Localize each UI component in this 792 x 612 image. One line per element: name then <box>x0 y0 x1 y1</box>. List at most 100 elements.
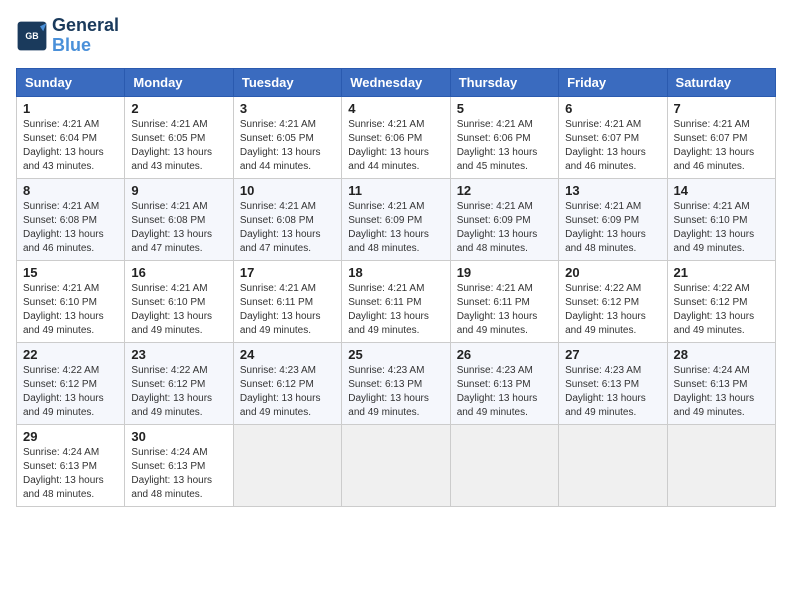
col-header-tuesday: Tuesday <box>233 68 341 96</box>
calendar-cell: 30 Sunrise: 4:24 AMSunset: 6:13 PMDaylig… <box>125 424 233 506</box>
day-number: 3 <box>240 101 335 116</box>
day-number: 1 <box>23 101 118 116</box>
calendar-cell: 14 Sunrise: 4:21 AMSunset: 6:10 PMDaylig… <box>667 178 775 260</box>
day-number: 19 <box>457 265 552 280</box>
calendar-header-row: SundayMondayTuesdayWednesdayThursdayFrid… <box>17 68 776 96</box>
day-number: 9 <box>131 183 226 198</box>
day-number: 20 <box>565 265 660 280</box>
calendar-cell: 24 Sunrise: 4:23 AMSunset: 6:12 PMDaylig… <box>233 342 341 424</box>
day-number: 2 <box>131 101 226 116</box>
calendar-cell: 3 Sunrise: 4:21 AMSunset: 6:05 PMDayligh… <box>233 96 341 178</box>
day-number: 12 <box>457 183 552 198</box>
day-number: 8 <box>23 183 118 198</box>
calendar-cell <box>559 424 667 506</box>
calendar-cell: 15 Sunrise: 4:21 AMSunset: 6:10 PMDaylig… <box>17 260 125 342</box>
calendar-cell <box>667 424 775 506</box>
calendar-cell <box>342 424 450 506</box>
day-number: 25 <box>348 347 443 362</box>
day-info: Sunrise: 4:21 AMSunset: 6:06 PMDaylight:… <box>348 119 429 172</box>
day-number: 23 <box>131 347 226 362</box>
day-number: 5 <box>457 101 552 116</box>
day-info: Sunrise: 4:24 AMSunset: 6:13 PMDaylight:… <box>23 447 104 500</box>
day-number: 13 <box>565 183 660 198</box>
day-info: Sunrise: 4:23 AMSunset: 6:12 PMDaylight:… <box>240 365 321 418</box>
day-number: 22 <box>23 347 118 362</box>
day-info: Sunrise: 4:21 AMSunset: 6:11 PMDaylight:… <box>348 283 429 336</box>
day-number: 16 <box>131 265 226 280</box>
calendar-week-1: 1 Sunrise: 4:21 AMSunset: 6:04 PMDayligh… <box>17 96 776 178</box>
calendar-cell: 28 Sunrise: 4:24 AMSunset: 6:13 PMDaylig… <box>667 342 775 424</box>
calendar-cell: 22 Sunrise: 4:22 AMSunset: 6:12 PMDaylig… <box>17 342 125 424</box>
calendar-week-2: 8 Sunrise: 4:21 AMSunset: 6:08 PMDayligh… <box>17 178 776 260</box>
col-header-saturday: Saturday <box>667 68 775 96</box>
day-number: 6 <box>565 101 660 116</box>
col-header-wednesday: Wednesday <box>342 68 450 96</box>
logo-icon: GB <box>16 20 48 52</box>
calendar-cell: 25 Sunrise: 4:23 AMSunset: 6:13 PMDaylig… <box>342 342 450 424</box>
calendar-cell: 26 Sunrise: 4:23 AMSunset: 6:13 PMDaylig… <box>450 342 558 424</box>
calendar-cell: 20 Sunrise: 4:22 AMSunset: 6:12 PMDaylig… <box>559 260 667 342</box>
calendar-cell: 1 Sunrise: 4:21 AMSunset: 6:04 PMDayligh… <box>17 96 125 178</box>
col-header-monday: Monday <box>125 68 233 96</box>
day-number: 4 <box>348 101 443 116</box>
calendar-cell: 2 Sunrise: 4:21 AMSunset: 6:05 PMDayligh… <box>125 96 233 178</box>
calendar-cell: 8 Sunrise: 4:21 AMSunset: 6:08 PMDayligh… <box>17 178 125 260</box>
day-info: Sunrise: 4:21 AMSunset: 6:11 PMDaylight:… <box>240 283 321 336</box>
calendar-cell: 21 Sunrise: 4:22 AMSunset: 6:12 PMDaylig… <box>667 260 775 342</box>
day-number: 30 <box>131 429 226 444</box>
day-info: Sunrise: 4:22 AMSunset: 6:12 PMDaylight:… <box>23 365 104 418</box>
day-info: Sunrise: 4:22 AMSunset: 6:12 PMDaylight:… <box>565 283 646 336</box>
day-info: Sunrise: 4:21 AMSunset: 6:10 PMDaylight:… <box>131 283 212 336</box>
calendar-cell: 6 Sunrise: 4:21 AMSunset: 6:07 PMDayligh… <box>559 96 667 178</box>
logo: GB General Blue <box>16 16 119 56</box>
day-number: 10 <box>240 183 335 198</box>
calendar-cell: 18 Sunrise: 4:21 AMSunset: 6:11 PMDaylig… <box>342 260 450 342</box>
day-number: 26 <box>457 347 552 362</box>
calendar-week-3: 15 Sunrise: 4:21 AMSunset: 6:10 PMDaylig… <box>17 260 776 342</box>
day-info: Sunrise: 4:23 AMSunset: 6:13 PMDaylight:… <box>348 365 429 418</box>
day-info: Sunrise: 4:21 AMSunset: 6:09 PMDaylight:… <box>457 201 538 254</box>
logo-text: General Blue <box>52 16 119 56</box>
day-number: 29 <box>23 429 118 444</box>
day-info: Sunrise: 4:22 AMSunset: 6:12 PMDaylight:… <box>131 365 212 418</box>
svg-text:GB: GB <box>25 31 38 41</box>
col-header-sunday: Sunday <box>17 68 125 96</box>
day-info: Sunrise: 4:21 AMSunset: 6:08 PMDaylight:… <box>131 201 212 254</box>
calendar-cell: 29 Sunrise: 4:24 AMSunset: 6:13 PMDaylig… <box>17 424 125 506</box>
day-info: Sunrise: 4:21 AMSunset: 6:09 PMDaylight:… <box>348 201 429 254</box>
day-number: 24 <box>240 347 335 362</box>
day-info: Sunrise: 4:21 AMSunset: 6:05 PMDaylight:… <box>240 119 321 172</box>
day-info: Sunrise: 4:21 AMSunset: 6:10 PMDaylight:… <box>674 201 755 254</box>
day-number: 14 <box>674 183 769 198</box>
day-info: Sunrise: 4:24 AMSunset: 6:13 PMDaylight:… <box>131 447 212 500</box>
day-info: Sunrise: 4:21 AMSunset: 6:08 PMDaylight:… <box>23 201 104 254</box>
calendar-week-4: 22 Sunrise: 4:22 AMSunset: 6:12 PMDaylig… <box>17 342 776 424</box>
day-number: 18 <box>348 265 443 280</box>
calendar-cell: 7 Sunrise: 4:21 AMSunset: 6:07 PMDayligh… <box>667 96 775 178</box>
day-info: Sunrise: 4:21 AMSunset: 6:06 PMDaylight:… <box>457 119 538 172</box>
calendar-cell: 4 Sunrise: 4:21 AMSunset: 6:06 PMDayligh… <box>342 96 450 178</box>
calendar-cell: 19 Sunrise: 4:21 AMSunset: 6:11 PMDaylig… <box>450 260 558 342</box>
day-number: 28 <box>674 347 769 362</box>
day-number: 21 <box>674 265 769 280</box>
calendar-cell <box>233 424 341 506</box>
day-info: Sunrise: 4:23 AMSunset: 6:13 PMDaylight:… <box>457 365 538 418</box>
day-info: Sunrise: 4:21 AMSunset: 6:09 PMDaylight:… <box>565 201 646 254</box>
day-info: Sunrise: 4:24 AMSunset: 6:13 PMDaylight:… <box>674 365 755 418</box>
day-number: 15 <box>23 265 118 280</box>
calendar-cell: 16 Sunrise: 4:21 AMSunset: 6:10 PMDaylig… <box>125 260 233 342</box>
calendar-cell: 10 Sunrise: 4:21 AMSunset: 6:08 PMDaylig… <box>233 178 341 260</box>
day-info: Sunrise: 4:21 AMSunset: 6:05 PMDaylight:… <box>131 119 212 172</box>
day-info: Sunrise: 4:21 AMSunset: 6:04 PMDaylight:… <box>23 119 104 172</box>
day-info: Sunrise: 4:21 AMSunset: 6:11 PMDaylight:… <box>457 283 538 336</box>
calendar-cell: 11 Sunrise: 4:21 AMSunset: 6:09 PMDaylig… <box>342 178 450 260</box>
day-info: Sunrise: 4:21 AMSunset: 6:08 PMDaylight:… <box>240 201 321 254</box>
day-number: 11 <box>348 183 443 198</box>
day-info: Sunrise: 4:23 AMSunset: 6:13 PMDaylight:… <box>565 365 646 418</box>
calendar-cell: 5 Sunrise: 4:21 AMSunset: 6:06 PMDayligh… <box>450 96 558 178</box>
day-info: Sunrise: 4:21 AMSunset: 6:07 PMDaylight:… <box>674 119 755 172</box>
calendar-cell <box>450 424 558 506</box>
calendar-cell: 9 Sunrise: 4:21 AMSunset: 6:08 PMDayligh… <box>125 178 233 260</box>
day-number: 27 <box>565 347 660 362</box>
calendar-body: 1 Sunrise: 4:21 AMSunset: 6:04 PMDayligh… <box>17 96 776 506</box>
